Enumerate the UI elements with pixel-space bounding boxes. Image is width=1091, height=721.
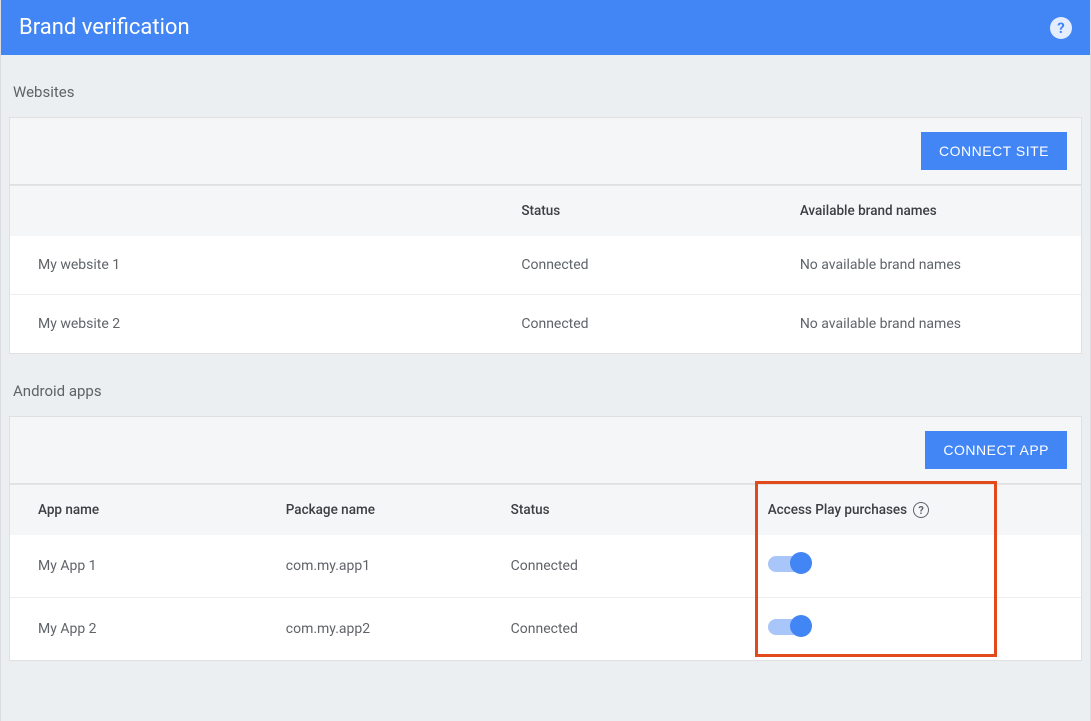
table-row: My App 2 com.my.app2 Connected (10, 598, 1081, 661)
app-access-toggle-cell (760, 598, 1081, 661)
apps-card: Connect App App name Package name Status… (9, 416, 1082, 661)
websites-card: Connect Site Status Available brand name… (9, 117, 1082, 354)
apps-col-package: Package name (278, 485, 503, 536)
websites-col-brands: Available brand names (792, 186, 1081, 237)
apps-table: App name Package name Status Access Play… (10, 484, 1081, 660)
access-toggle[interactable] (768, 556, 808, 572)
app-package: com.my.app1 (278, 535, 503, 598)
apps-col-access: Access Play purchases ? (760, 485, 1081, 536)
access-help-icon[interactable]: ? (913, 502, 929, 518)
page-title: Brand verification (19, 15, 190, 40)
websites-col-name (10, 186, 513, 237)
apps-col-access-label: Access Play purchases (768, 502, 907, 518)
apps-col-appname: App name (10, 485, 278, 536)
apps-section-label: Android apps (9, 354, 1082, 416)
website-brands: No available brand names (792, 295, 1081, 354)
websites-table: Status Available brand names My website … (10, 185, 1081, 353)
app-name: My App 1 (10, 535, 278, 598)
website-name: My website 1 (10, 236, 513, 295)
toggle-knob (790, 615, 812, 637)
app-status: Connected (503, 535, 760, 598)
table-row: My website 2 Connected No available bran… (10, 295, 1081, 354)
access-toggle[interactable] (768, 619, 808, 635)
table-row: My App 1 com.my.app1 Connected (10, 535, 1081, 598)
app-name: My App 2 (10, 598, 278, 661)
website-status: Connected (513, 236, 791, 295)
website-name: My website 2 (10, 295, 513, 354)
connect-site-button[interactable]: Connect Site (921, 132, 1067, 170)
app-access-toggle-cell (760, 535, 1081, 598)
content-area: Websites Connect Site Status Available b… (1, 55, 1090, 721)
help-icon[interactable]: ? (1050, 17, 1072, 39)
website-brands: No available brand names (792, 236, 1081, 295)
apps-col-status: Status (503, 485, 760, 536)
table-row: My website 1 Connected No available bran… (10, 236, 1081, 295)
app-package: com.my.app2 (278, 598, 503, 661)
websites-section-label: Websites (9, 55, 1082, 117)
toggle-knob (790, 552, 812, 574)
app-status: Connected (503, 598, 760, 661)
page-header: Brand verification ? (1, 0, 1090, 55)
website-status: Connected (513, 295, 791, 354)
connect-app-button[interactable]: Connect App (925, 431, 1067, 469)
websites-col-status: Status (513, 186, 791, 237)
websites-toolbar: Connect Site (10, 118, 1081, 185)
apps-toolbar: Connect App (10, 417, 1081, 484)
